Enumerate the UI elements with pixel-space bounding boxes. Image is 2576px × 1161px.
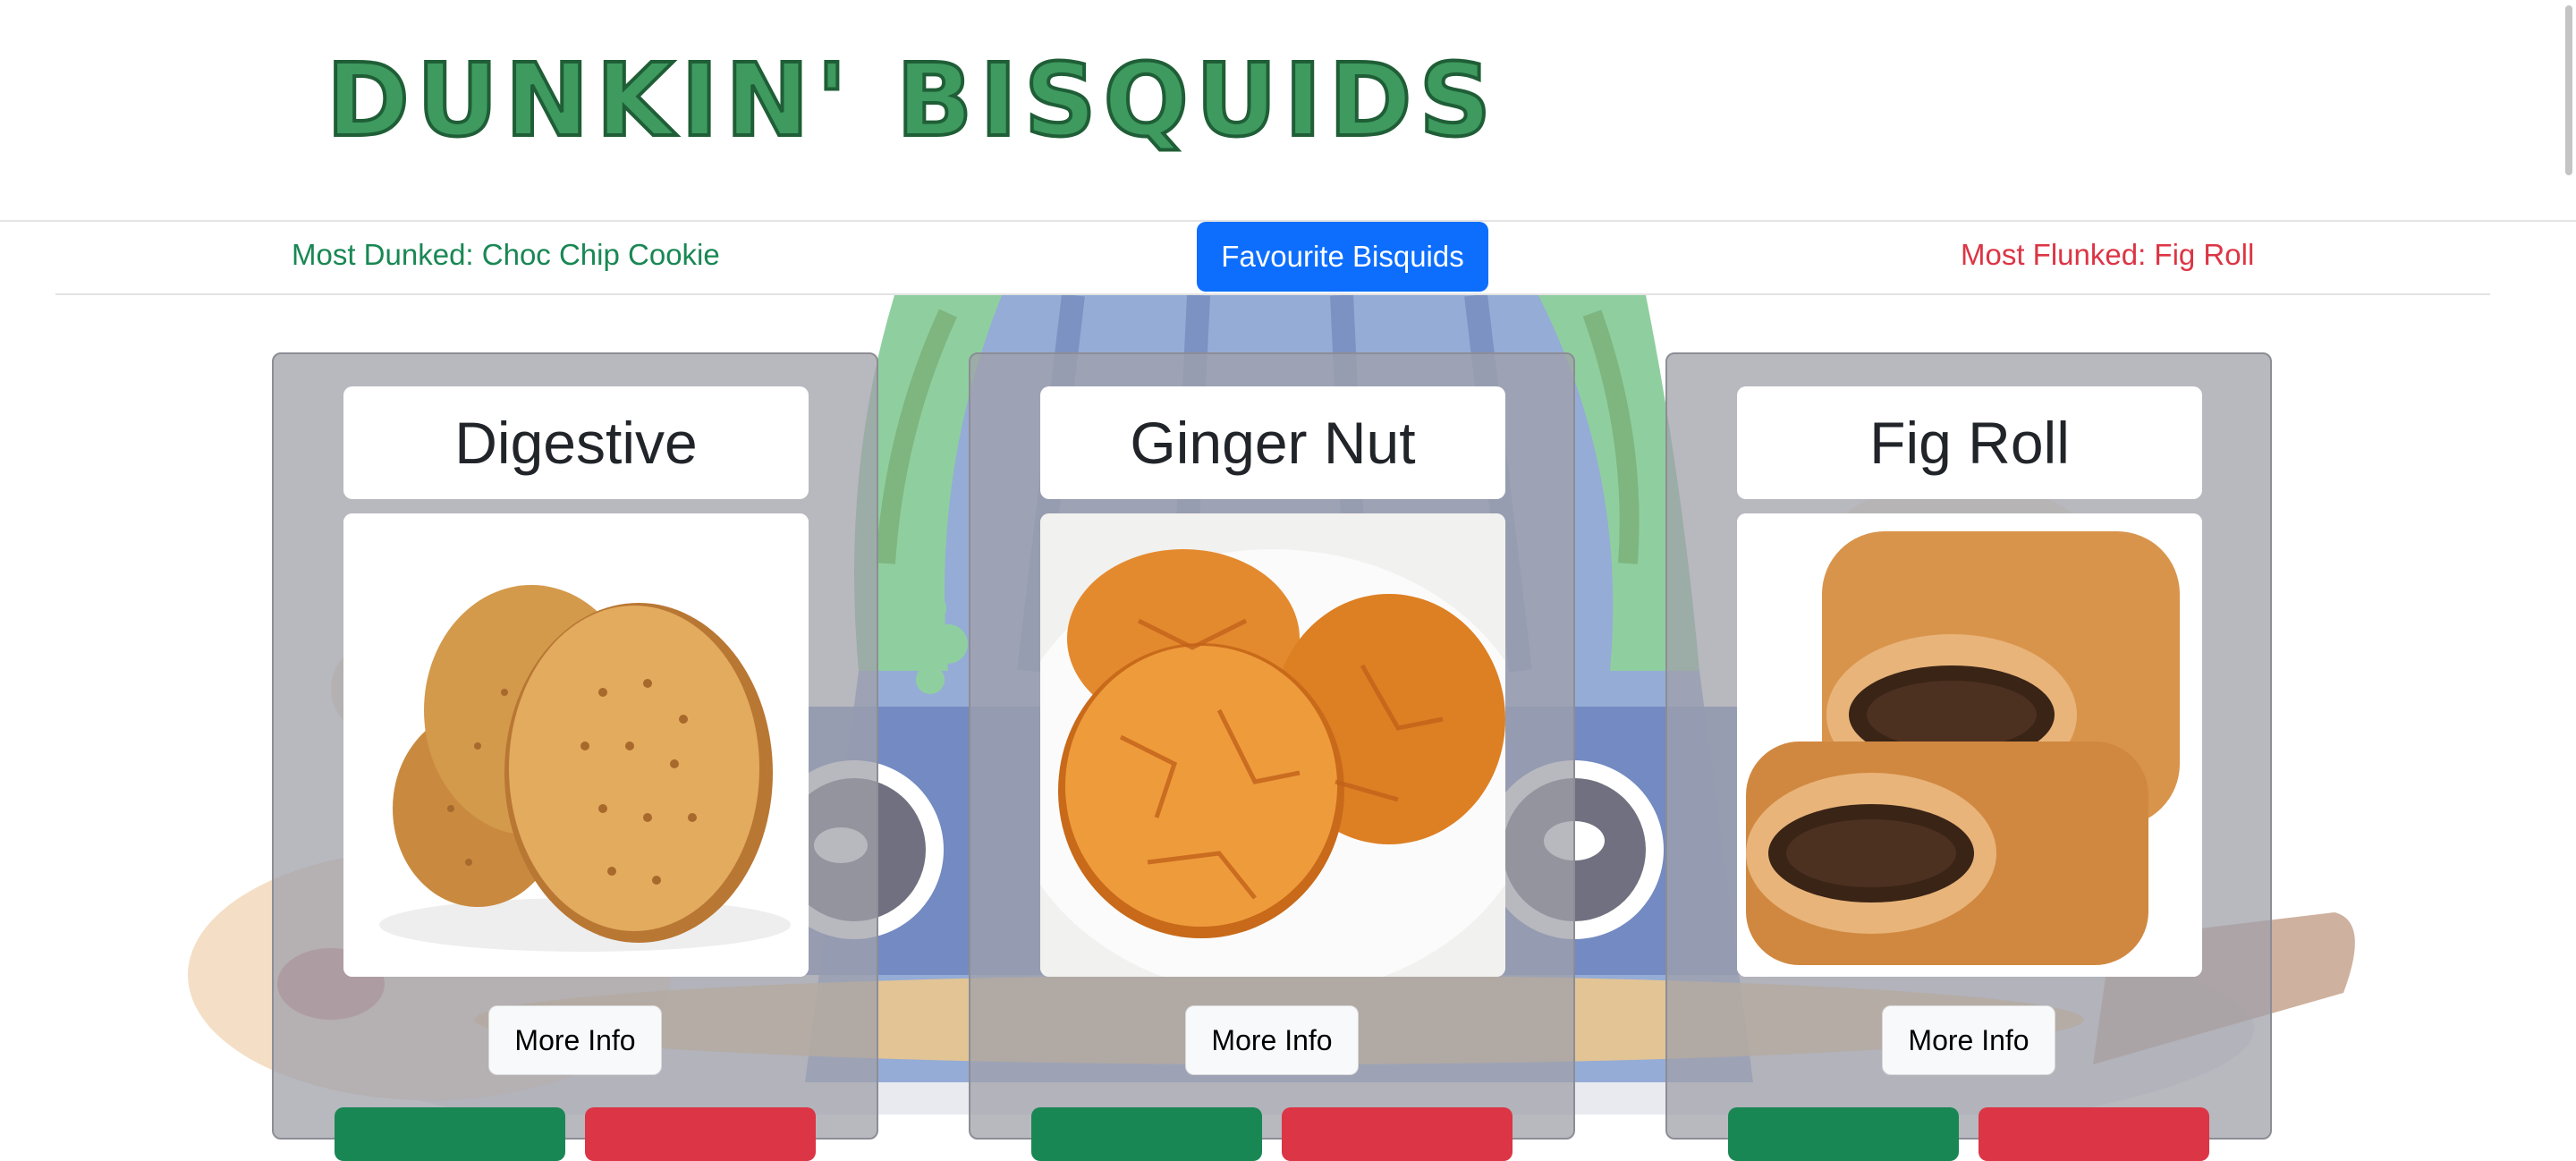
most-dunked-label: Most Dunked: Choc Chip Cookie: [292, 238, 720, 271]
flunk-button[interactable]: [1979, 1107, 2209, 1161]
favourite-bisquids-button[interactable]: Favourite Bisquids: [1197, 222, 1488, 292]
page-scrollbar[interactable]: [2565, 5, 2572, 175]
dunk-button[interactable]: [1728, 1107, 1959, 1161]
stats-bar: Most Dunked: Choc Chip Cookie Favourite …: [55, 220, 2490, 295]
card-title-box: Digestive: [343, 386, 809, 499]
fig-roll-biscuit-image: [1737, 513, 2202, 977]
card-title: Ginger Nut: [1130, 410, 1416, 476]
site-logo-title: DUNKIN' BISQUIDS: [325, 41, 1499, 161]
dunk-button[interactable]: [1031, 1107, 1262, 1161]
card-title: Digestive: [454, 410, 698, 476]
card-title-box: Fig Roll: [1737, 386, 2202, 499]
more-info-button[interactable]: More Info: [1882, 1005, 2055, 1075]
digestive-biscuit-image: [343, 513, 809, 977]
biscuit-card-fig-roll: Fig Roll More Info: [1665, 352, 2272, 1161]
dunk-button[interactable]: [335, 1107, 565, 1161]
biscuit-card-digestive: Digestive More Info: [272, 352, 878, 1161]
biscuit-card-ginger-nut: Ginger Nut More Info: [969, 352, 1575, 1161]
ginger-nut-biscuit-image: [1040, 513, 1505, 977]
flunk-button[interactable]: [1282, 1107, 1513, 1161]
card-title: Fig Roll: [1869, 410, 2070, 476]
card-title-box: Ginger Nut: [1040, 386, 1505, 499]
more-info-button[interactable]: More Info: [1185, 1005, 1359, 1075]
most-flunked-label: Most Flunked: Fig Roll: [1961, 238, 2255, 271]
flunk-button[interactable]: [585, 1107, 816, 1161]
site-header: DUNKIN' BISQUIDS: [0, 0, 2576, 222]
more-info-button[interactable]: More Info: [488, 1005, 662, 1075]
